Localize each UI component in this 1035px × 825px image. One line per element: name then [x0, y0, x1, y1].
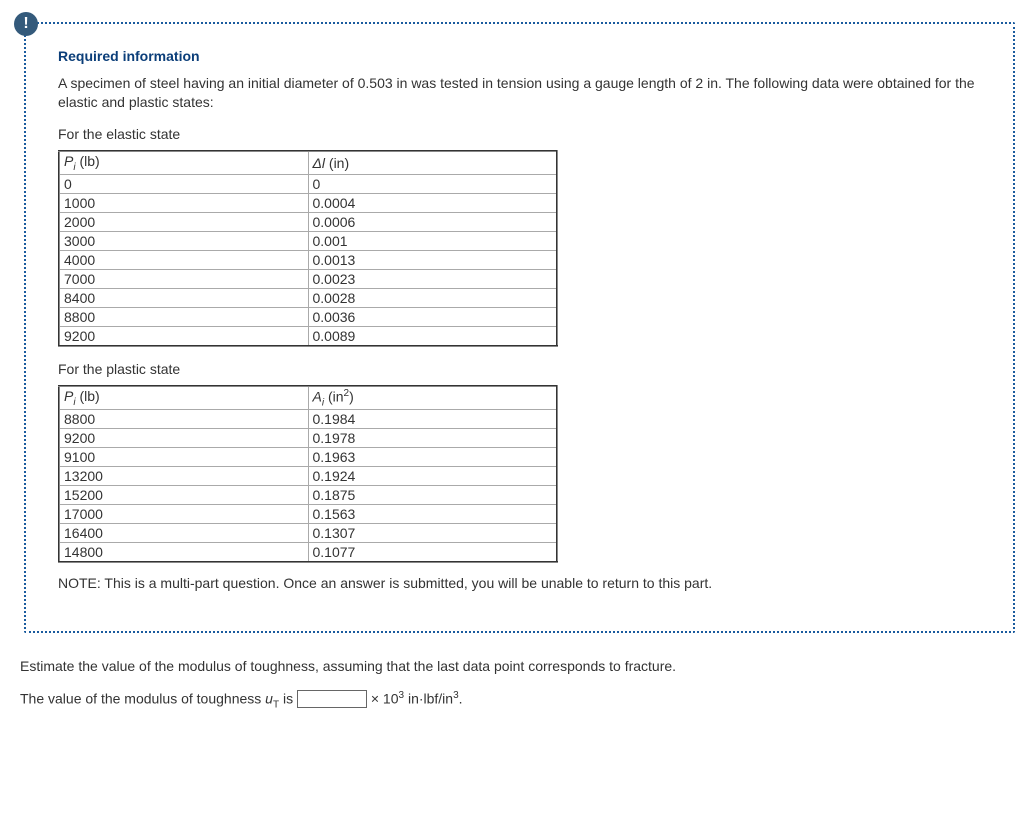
- elastic-header-p: Pi (lb): [59, 151, 308, 174]
- plastic-table: Pi (lb) Ai (in2) 88000.1984 92000.1978 9…: [58, 385, 558, 563]
- table-row: 30000.001: [59, 231, 557, 250]
- table-row: 148000.1077: [59, 543, 557, 563]
- table-row: 170000.1563: [59, 505, 557, 524]
- question-text: Estimate the value of the modulus of tou…: [20, 657, 1015, 676]
- table-row: Pi (lb) Ai (in2): [59, 386, 557, 410]
- toughness-input[interactable]: [297, 690, 367, 708]
- info-icon: !: [14, 12, 38, 36]
- table-row: 40000.0013: [59, 250, 557, 269]
- elastic-state-label: For the elastic state: [58, 126, 981, 142]
- table-row: Pi (lb) Δl (in): [59, 151, 557, 174]
- table-row: 91000.1963: [59, 448, 557, 467]
- table-row: 84000.0028: [59, 288, 557, 307]
- plastic-header-a: Ai (in2): [308, 386, 557, 410]
- answer-unit: in·lbf/in: [404, 691, 453, 707]
- table-row: 152000.1875: [59, 486, 557, 505]
- question-area: Estimate the value of the modulus of tou…: [0, 653, 1035, 730]
- answer-mid: is: [279, 691, 297, 707]
- table-row: 20000.0006: [59, 212, 557, 231]
- required-title: Required information: [58, 48, 981, 64]
- table-row: 88000.1984: [59, 410, 557, 429]
- plastic-state-label: For the plastic state: [58, 361, 981, 377]
- answer-symbol: u: [265, 691, 273, 707]
- elastic-header-d: Δl (in): [308, 151, 557, 174]
- table-row: 70000.0023: [59, 269, 557, 288]
- answer-line: The value of the modulus of toughness uT…: [20, 690, 1015, 710]
- intro-paragraph: A specimen of steel having an initial di…: [58, 74, 981, 112]
- table-row: 92000.1978: [59, 429, 557, 448]
- answer-prefix: The value of the modulus of toughness: [20, 691, 265, 707]
- table-row: 132000.1924: [59, 467, 557, 486]
- table-row: 00: [59, 174, 557, 193]
- table-row: 10000.0004: [59, 193, 557, 212]
- table-row: 164000.1307: [59, 524, 557, 543]
- plastic-header-p: Pi (lb): [59, 386, 308, 410]
- elastic-table: Pi (lb) Δl (in) 00 10000.0004 20000.0006…: [58, 150, 558, 347]
- required-info-box: ! Required information A specimen of ste…: [24, 22, 1015, 633]
- multipart-note: NOTE: This is a multi-part question. Onc…: [58, 575, 981, 591]
- table-row: 92000.0089: [59, 326, 557, 346]
- answer-end: .: [459, 691, 463, 707]
- answer-mult: × 10: [367, 691, 399, 707]
- table-row: 88000.0036: [59, 307, 557, 326]
